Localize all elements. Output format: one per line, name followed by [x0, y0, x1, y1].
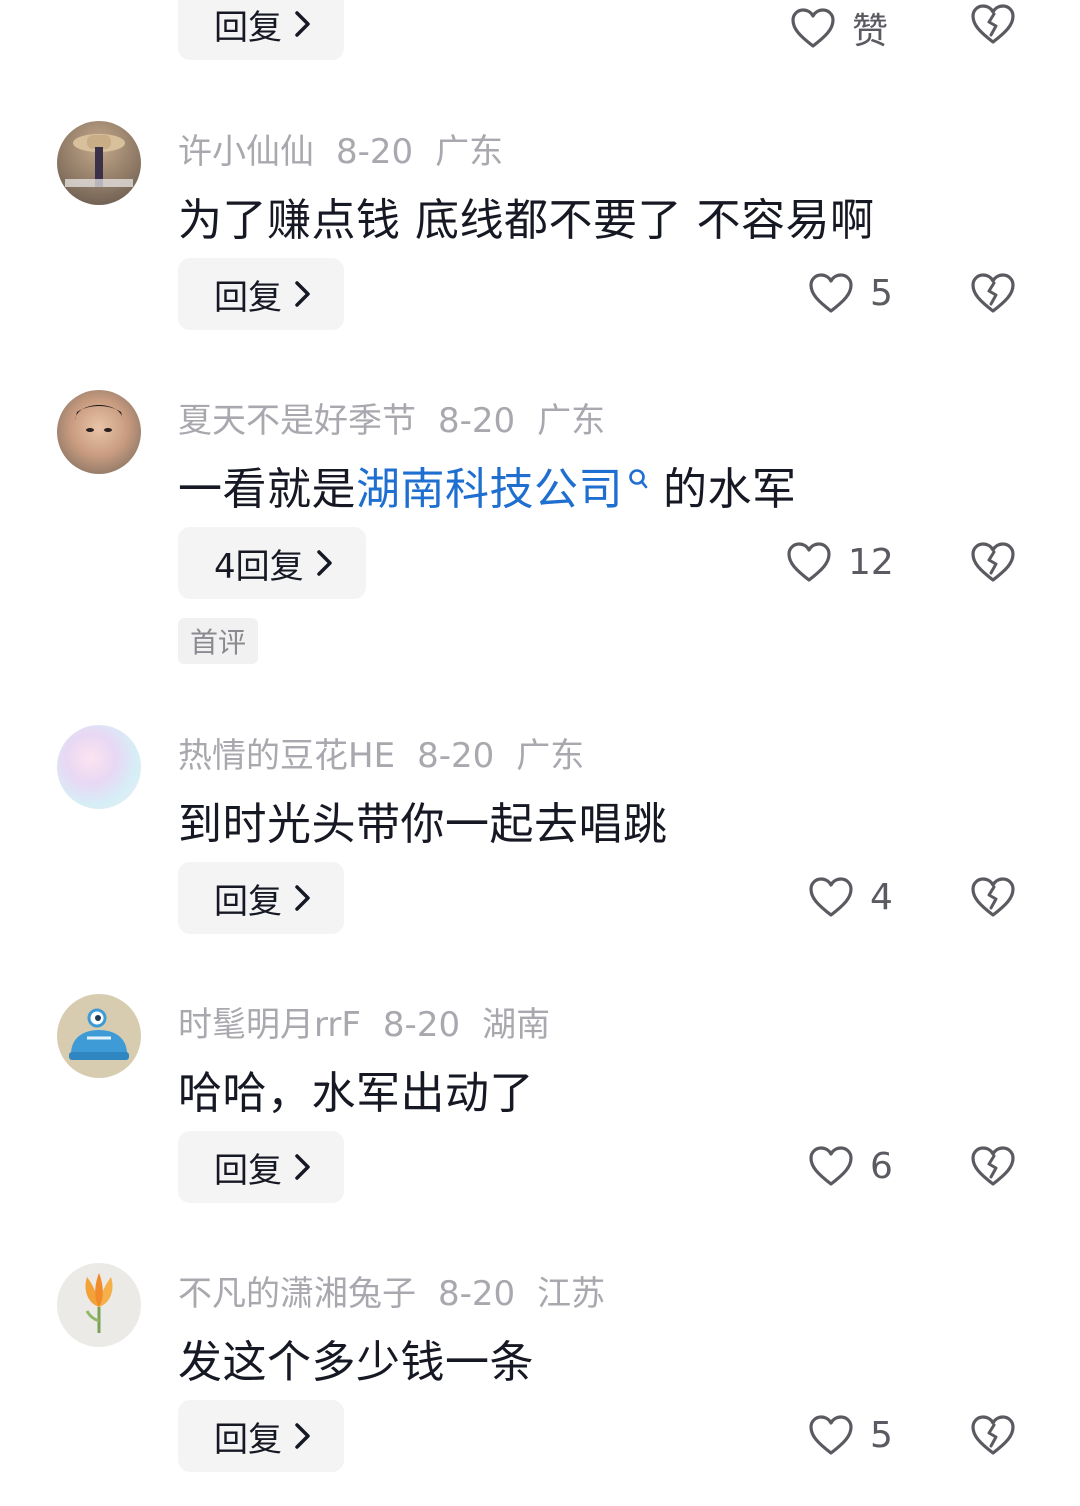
- comment-location: 广东: [516, 736, 585, 776]
- chevron-right-icon: [294, 884, 312, 912]
- comment-date: 8-20: [336, 132, 414, 172]
- broken-heart-icon: [971, 1415, 1015, 1455]
- heart-icon: [809, 1146, 853, 1186]
- dislike-button[interactable]: [970, 1413, 1016, 1457]
- heart-icon: [787, 542, 831, 582]
- heart-icon: [791, 8, 835, 48]
- heart-icon: [809, 877, 853, 917]
- comment-text-after: 的水军: [663, 464, 797, 515]
- like-count: 5: [870, 272, 893, 314]
- like-button[interactable]: 5: [808, 1414, 893, 1456]
- avatar[interactable]: [57, 390, 141, 474]
- search-icon[interactable]: [627, 453, 649, 504]
- chevron-right-icon: [294, 1153, 312, 1181]
- reply-button[interactable]: 回复: [178, 1400, 344, 1472]
- dislike-button[interactable]: [970, 1144, 1016, 1188]
- broken-heart-icon: [971, 1146, 1015, 1186]
- avatar[interactable]: [57, 725, 141, 809]
- avatar[interactable]: [57, 994, 141, 1078]
- avatar-image: [69, 1008, 129, 1060]
- comment-meta: 时髦明月rrF 8-20 湖南: [178, 997, 572, 1046]
- reply-label: 4回复: [214, 546, 304, 587]
- comment-meta: 热情的豆花HE 8-20 广东: [178, 728, 606, 777]
- reply-button[interactable]: 回复: [178, 1131, 344, 1203]
- comment-location: 广东: [537, 401, 606, 441]
- avatar-image: [75, 405, 123, 432]
- comment-date: 8-20: [438, 401, 516, 441]
- username[interactable]: 夏天不是好季节: [178, 401, 416, 441]
- comment-location: 江苏: [537, 1274, 606, 1314]
- comment-date: 8-20: [438, 1274, 516, 1314]
- reply-button[interactable]: 回复: [178, 862, 344, 934]
- username[interactable]: 许小仙仙: [178, 132, 314, 172]
- dislike-button[interactable]: [970, 271, 1016, 315]
- username[interactable]: 不凡的潇湘兔子: [178, 1274, 416, 1314]
- comment-meta: 夏天不是好季节 8-20 广东: [178, 393, 627, 442]
- broken-heart-icon: [971, 4, 1015, 44]
- comment-text: 一看就是湖南科技公司 的水军: [178, 453, 797, 517]
- like-count: 12: [848, 541, 894, 583]
- comment-date: 8-20: [417, 736, 495, 776]
- avatar-image: [65, 134, 133, 187]
- comment-location: 广东: [435, 132, 504, 172]
- avatar[interactable]: [57, 1263, 141, 1347]
- like-button[interactable]: 赞: [790, 2, 888, 54]
- chevron-right-icon: [294, 1422, 312, 1450]
- comment-meta: 许小仙仙 8-20 广东: [178, 124, 525, 173]
- like-button[interactable]: 12: [786, 541, 894, 583]
- chevron-right-icon: [294, 10, 312, 38]
- heart-icon: [809, 273, 853, 313]
- comment-meta: 不凡的潇湘兔子 8-20 江苏: [178, 1266, 627, 1315]
- reply-label: 回复: [214, 1419, 282, 1460]
- like-button[interactable]: 5: [808, 272, 893, 314]
- avatar-image: [85, 1273, 113, 1333]
- dislike-button[interactable]: [970, 875, 1016, 919]
- like-count: 4: [870, 876, 893, 918]
- reply-label: 回复: [214, 881, 282, 922]
- broken-heart-icon: [971, 542, 1015, 582]
- reply-button[interactable]: 4回复: [178, 527, 366, 599]
- first-comment-badge: 首评: [178, 618, 259, 664]
- dislike-button[interactable]: [970, 2, 1016, 46]
- chevron-right-icon: [316, 549, 334, 577]
- reply-label: 回复: [214, 7, 282, 48]
- dislike-button[interactable]: [970, 540, 1016, 584]
- like-count: 6: [870, 1145, 893, 1187]
- comment-text-before: 一看就是: [178, 464, 356, 515]
- username[interactable]: 时髦明月rrF: [178, 1005, 361, 1045]
- reply-label: 回复: [214, 277, 282, 318]
- comment-date: 8-20: [382, 1005, 461, 1045]
- search-link[interactable]: 湖南科技公司: [356, 464, 623, 515]
- avatar[interactable]: [57, 121, 141, 205]
- like-button[interactable]: 6: [808, 1145, 893, 1187]
- reply-label: 回复: [214, 1150, 282, 1191]
- comment-text: 到时光头带你一起去唱跳: [178, 799, 668, 850]
- comment-text: 哈哈，水军出动了: [178, 1068, 534, 1119]
- broken-heart-icon: [971, 273, 1015, 313]
- like-button[interactable]: 4: [808, 876, 893, 918]
- heart-icon: [809, 1415, 853, 1455]
- reply-button[interactable]: 回复: [178, 258, 344, 330]
- comment-text: 为了赚点钱 底线都不要了 不容易啊: [178, 195, 875, 246]
- reply-button[interactable]: 回复: [178, 0, 344, 60]
- chevron-right-icon: [294, 280, 312, 308]
- like-count: 5: [870, 1414, 893, 1456]
- username[interactable]: 热情的豆花HE: [178, 736, 395, 776]
- comment-location: 湖南: [482, 1005, 551, 1045]
- comment-text: 发这个多少钱一条: [178, 1337, 534, 1388]
- broken-heart-icon: [971, 877, 1015, 917]
- like-label: 赞: [852, 11, 889, 52]
